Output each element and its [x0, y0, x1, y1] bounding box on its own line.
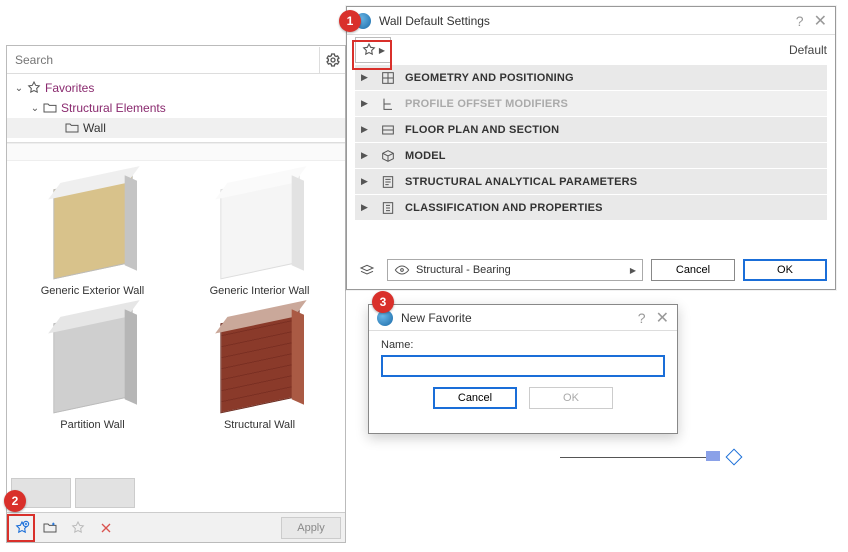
thumbnail-grid: Generic Exterior Wall Generic Interior W…	[7, 161, 345, 474]
name-label: Name:	[381, 339, 665, 351]
tree-child[interactable]: ⌄ Structural Elements	[7, 98, 345, 118]
favorites-toolbar: Apply	[7, 512, 345, 542]
section-geometry[interactable]: ▶ GEOMETRY AND POSITIONING	[355, 65, 827, 91]
section-label: CLASSIFICATION AND PROPERTIES	[405, 202, 603, 214]
dialog-title: New Favorite	[401, 311, 638, 325]
chevron-right-icon: ▶	[361, 72, 371, 83]
thumb-label: Generic Exterior Wall	[41, 285, 145, 297]
decorative-line	[560, 454, 750, 462]
section-model[interactable]: ▶ MODEL	[355, 143, 827, 169]
section-floorplan[interactable]: ▶ FLOOR PLAN AND SECTION	[355, 117, 827, 143]
section-profile-offset: ▶ PROFILE OFFSET MODIFIERS	[355, 91, 827, 117]
chevron-right-icon: ▶	[630, 266, 636, 275]
favorites-dropdown-button[interactable]: ▶	[355, 37, 391, 63]
classification-icon	[379, 200, 397, 216]
close-icon[interactable]: ✕	[656, 308, 669, 328]
cancel-button[interactable]: Cancel	[433, 387, 517, 409]
section-label: FLOOR PLAN AND SECTION	[405, 124, 559, 136]
thumb-label: Structural Wall	[224, 419, 295, 431]
profile-icon	[379, 96, 397, 112]
close-icon[interactable]: ✕	[814, 11, 827, 31]
tree-label: Wall	[81, 121, 106, 135]
thumb-partition-wall[interactable]: Partition Wall	[11, 305, 174, 431]
dialog-titlebar: New Favorite ? ✕	[369, 305, 677, 331]
thumb-label: Partition Wall	[60, 419, 124, 431]
floorplan-icon	[379, 122, 397, 138]
section-label: PROFILE OFFSET MODIFIERS	[405, 98, 568, 110]
modal-body: Name:	[369, 331, 677, 381]
dialog-title: Wall Default Settings	[379, 14, 796, 28]
favorites-panel: ⌄ Favorites ⌄ Structural Elements Wall	[6, 45, 346, 543]
dialog-titlebar: Wall Default Settings ? ✕	[347, 7, 835, 35]
default-label: Default	[789, 43, 827, 57]
eye-icon	[394, 262, 410, 278]
folder-icon	[63, 120, 81, 136]
chevron-right-icon: ▶	[361, 176, 371, 187]
thumb-generic-interior-wall[interactable]: Generic Interior Wall	[178, 171, 341, 297]
chevron-right-icon: ▶	[361, 98, 371, 109]
section-analytical[interactable]: ▶ STRUCTURAL ANALYTICAL PARAMETERS	[355, 169, 827, 195]
wall-preview-icon	[200, 305, 320, 415]
sections-list: ▶ GEOMETRY AND POSITIONING ▶ PROFILE OFF…	[347, 65, 835, 221]
star-icon	[25, 80, 43, 96]
partial-thumb-row	[7, 474, 345, 512]
tree-divider	[7, 143, 345, 161]
gear-icon[interactable]	[319, 47, 345, 73]
search-input[interactable]	[7, 49, 319, 71]
layer-value: Structural - Bearing	[416, 264, 511, 276]
chevron-right-icon: ▶	[361, 124, 371, 135]
layer-icon	[355, 260, 379, 280]
annotation-badge-3: 3	[372, 291, 394, 313]
tree-toggle-icon[interactable]: ⌄	[29, 103, 41, 114]
help-icon[interactable]: ?	[796, 13, 804, 29]
add-favorite-icon[interactable]	[11, 517, 33, 539]
wall-preview-icon	[200, 171, 320, 281]
chevron-right-icon: ▶	[361, 150, 371, 161]
delete-icon[interactable]	[95, 517, 117, 539]
wall-preview-icon	[33, 305, 153, 415]
chevron-right-icon: ▶	[361, 202, 371, 213]
wall-settings-dialog: Wall Default Settings ? ✕ ▶ Default ▶ GE…	[346, 6, 836, 290]
ok-button: OK	[529, 387, 613, 409]
section-label: MODEL	[405, 150, 446, 162]
ok-button[interactable]: OK	[743, 259, 827, 281]
new-favorite-dialog: New Favorite ? ✕ Name: Cancel OK	[368, 304, 678, 434]
section-label: GEOMETRY AND POSITIONING	[405, 72, 574, 84]
layer-select[interactable]: Structural - Bearing ▶	[387, 259, 643, 281]
annotation-badge-2: 2	[4, 490, 26, 512]
search-row	[7, 46, 345, 74]
name-input[interactable]	[381, 355, 665, 377]
tree-root[interactable]: ⌄ Favorites	[7, 78, 345, 98]
cancel-button[interactable]: Cancel	[651, 259, 735, 281]
geometry-icon	[379, 70, 397, 86]
folder-icon	[41, 100, 59, 116]
section-classification[interactable]: ▶ CLASSIFICATION AND PROPERTIES	[355, 195, 827, 221]
dialog-footer: Structural - Bearing ▶ Cancel OK	[347, 253, 835, 289]
partial-thumb[interactable]	[75, 478, 135, 508]
apply-button[interactable]: Apply	[281, 517, 341, 539]
wall-preview-icon	[33, 171, 153, 281]
star-icon[interactable]	[67, 517, 89, 539]
tree-label: Structural Elements	[59, 101, 166, 115]
thumb-structural-wall[interactable]: Structural Wall	[178, 305, 341, 431]
modal-footer: Cancel OK	[369, 381, 677, 419]
favorites-tree: ⌄ Favorites ⌄ Structural Elements Wall	[7, 74, 345, 143]
section-label: STRUCTURAL ANALYTICAL PARAMETERS	[405, 176, 637, 188]
annotation-badge-1: 1	[339, 10, 361, 32]
tree-leaf[interactable]: Wall	[7, 118, 345, 138]
dialog-toolbar: ▶ Default	[347, 35, 835, 65]
model-icon	[379, 148, 397, 164]
tree-label: Favorites	[43, 81, 94, 95]
help-icon[interactable]: ?	[638, 310, 646, 326]
new-folder-icon[interactable]	[39, 517, 61, 539]
thumb-generic-exterior-wall[interactable]: Generic Exterior Wall	[11, 171, 174, 297]
thumb-label: Generic Interior Wall	[210, 285, 310, 297]
analytical-icon	[379, 174, 397, 190]
chevron-right-icon: ▶	[379, 46, 385, 55]
tree-toggle-icon[interactable]: ⌄	[13, 83, 25, 94]
